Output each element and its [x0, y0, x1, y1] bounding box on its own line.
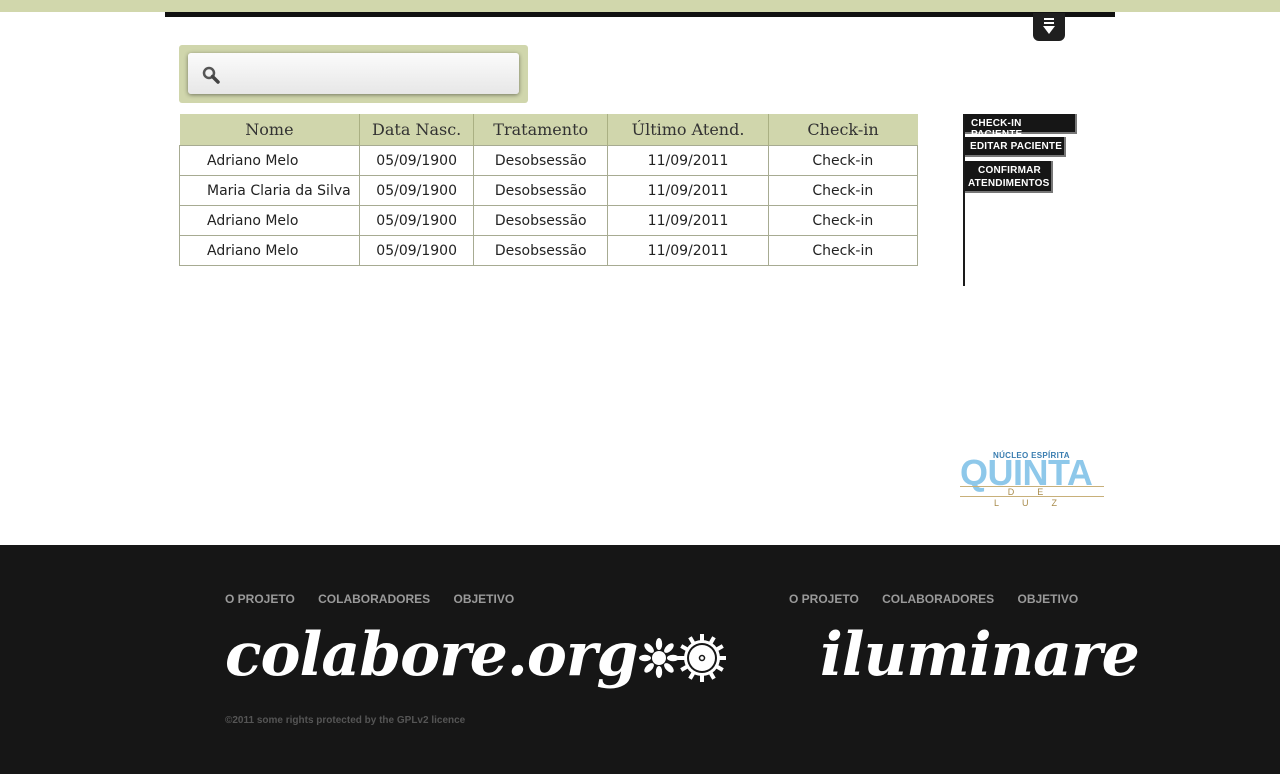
- logo-bottom-text: DE LUZ: [960, 486, 1104, 508]
- search-box[interactable]: [188, 53, 519, 94]
- check-in-link[interactable]: Check-in: [767, 205, 919, 236]
- check-in-link[interactable]: Check-in: [767, 175, 919, 206]
- sun-icons: [639, 634, 726, 682]
- header-nome[interactable]: Nome: [179, 114, 361, 146]
- cell-data-nasc: 05/09/1900: [359, 175, 474, 206]
- cell-nome: Adriano Melo: [178, 145, 361, 176]
- check-in-link[interactable]: Check-in: [767, 145, 919, 176]
- footer: O PROJETO COLABORADORES OBJETIVO O PROJE…: [0, 545, 1280, 774]
- search-icon: [202, 66, 220, 84]
- header-tratamento[interactable]: Tratamento: [473, 114, 609, 146]
- cell-tratamento: Desobsessão: [472, 205, 609, 236]
- table-row[interactable]: Maria Claria da Silva 05/09/1900 Desobse…: [178, 175, 919, 206]
- brand-colabore[interactable]: colabore.org: [225, 620, 638, 690]
- confirm-appointments-button[interactable]: CONFIRMAR ATENDIMENTOS: [965, 161, 1053, 193]
- footer-nav-left: O PROJETO COLABORADORES OBJETIVO: [225, 592, 534, 606]
- top-strip: [0, 0, 1280, 12]
- cell-ultimo-atend: 11/09/2011: [607, 205, 769, 236]
- footer-link-colaboradores[interactable]: COLABORADORES: [318, 592, 430, 606]
- menu-toggle-button[interactable]: [1033, 13, 1065, 41]
- brand-iluminare[interactable]: iluminare: [820, 620, 1140, 690]
- table-header-row: Nome Data Nasc. Tratamento Último Atend.…: [179, 114, 918, 146]
- footer-link-projeto[interactable]: O PROJETO: [789, 592, 859, 606]
- footer-link-projeto[interactable]: O PROJETO: [225, 592, 295, 606]
- cell-ultimo-atend: 11/09/2011: [607, 145, 769, 176]
- cell-tratamento: Desobsessão: [472, 175, 609, 206]
- menu-toggle-icon: [1043, 18, 1055, 34]
- patients-table: Nome Data Nasc. Tratamento Último Atend.…: [178, 114, 919, 266]
- cell-nome: Adriano Melo: [178, 205, 361, 236]
- footer-link-objetivo[interactable]: OBJETIVO: [454, 592, 515, 606]
- cell-ultimo-atend: 11/09/2011: [607, 235, 769, 266]
- header-data-nasc[interactable]: Data Nasc.: [359, 114, 474, 146]
- search-panel: [179, 45, 528, 103]
- top-bar-line: [165, 12, 1115, 17]
- search-input[interactable]: [228, 59, 512, 89]
- check-in-patient-button[interactable]: CHECK-IN PACIENTE: [965, 114, 1077, 140]
- header-check-in[interactable]: Check-in: [768, 114, 918, 146]
- table-row[interactable]: Adriano Melo 05/09/1900 Desobsessão 11/0…: [178, 145, 919, 176]
- confirm-label-line2: ATENDIMENTOS: [968, 178, 1050, 189]
- footer-link-objetivo[interactable]: OBJETIVO: [1018, 592, 1079, 606]
- footer-link-colaboradores[interactable]: COLABORADORES: [882, 592, 994, 606]
- copyright-text: ©2011 some rights protected by the GPLv2…: [225, 715, 466, 726]
- table-row[interactable]: Adriano Melo 05/09/1900 Desobsessão 11/0…: [178, 235, 919, 266]
- cell-ultimo-atend: 11/09/2011: [607, 175, 769, 206]
- quinta-de-luz-logo: NÚCLEO ESPÍRITA QUINTA DE LUZ: [960, 451, 1106, 508]
- confirm-label-line1: CONFIRMAR: [978, 165, 1041, 176]
- cell-data-nasc: 05/09/1900: [359, 145, 474, 176]
- cell-data-nasc: 05/09/1900: [359, 205, 474, 236]
- cell-nome: Maria Claria da Silva: [178, 175, 361, 206]
- cell-data-nasc: 05/09/1900: [359, 235, 474, 266]
- header-ultimo-atend[interactable]: Último Atend.: [607, 114, 769, 146]
- cell-tratamento: Desobsessão: [472, 145, 609, 176]
- table-row[interactable]: Adriano Melo 05/09/1900 Desobsessão 11/0…: [178, 205, 919, 236]
- footer-nav-right: O PROJETO COLABORADORES OBJETIVO: [789, 592, 1098, 606]
- cell-nome: Adriano Melo: [178, 235, 361, 266]
- edit-patient-button[interactable]: EDITAR PACIENTE: [965, 137, 1066, 157]
- cell-tratamento: Desobsessão: [472, 235, 609, 266]
- check-in-link[interactable]: Check-in: [767, 235, 919, 266]
